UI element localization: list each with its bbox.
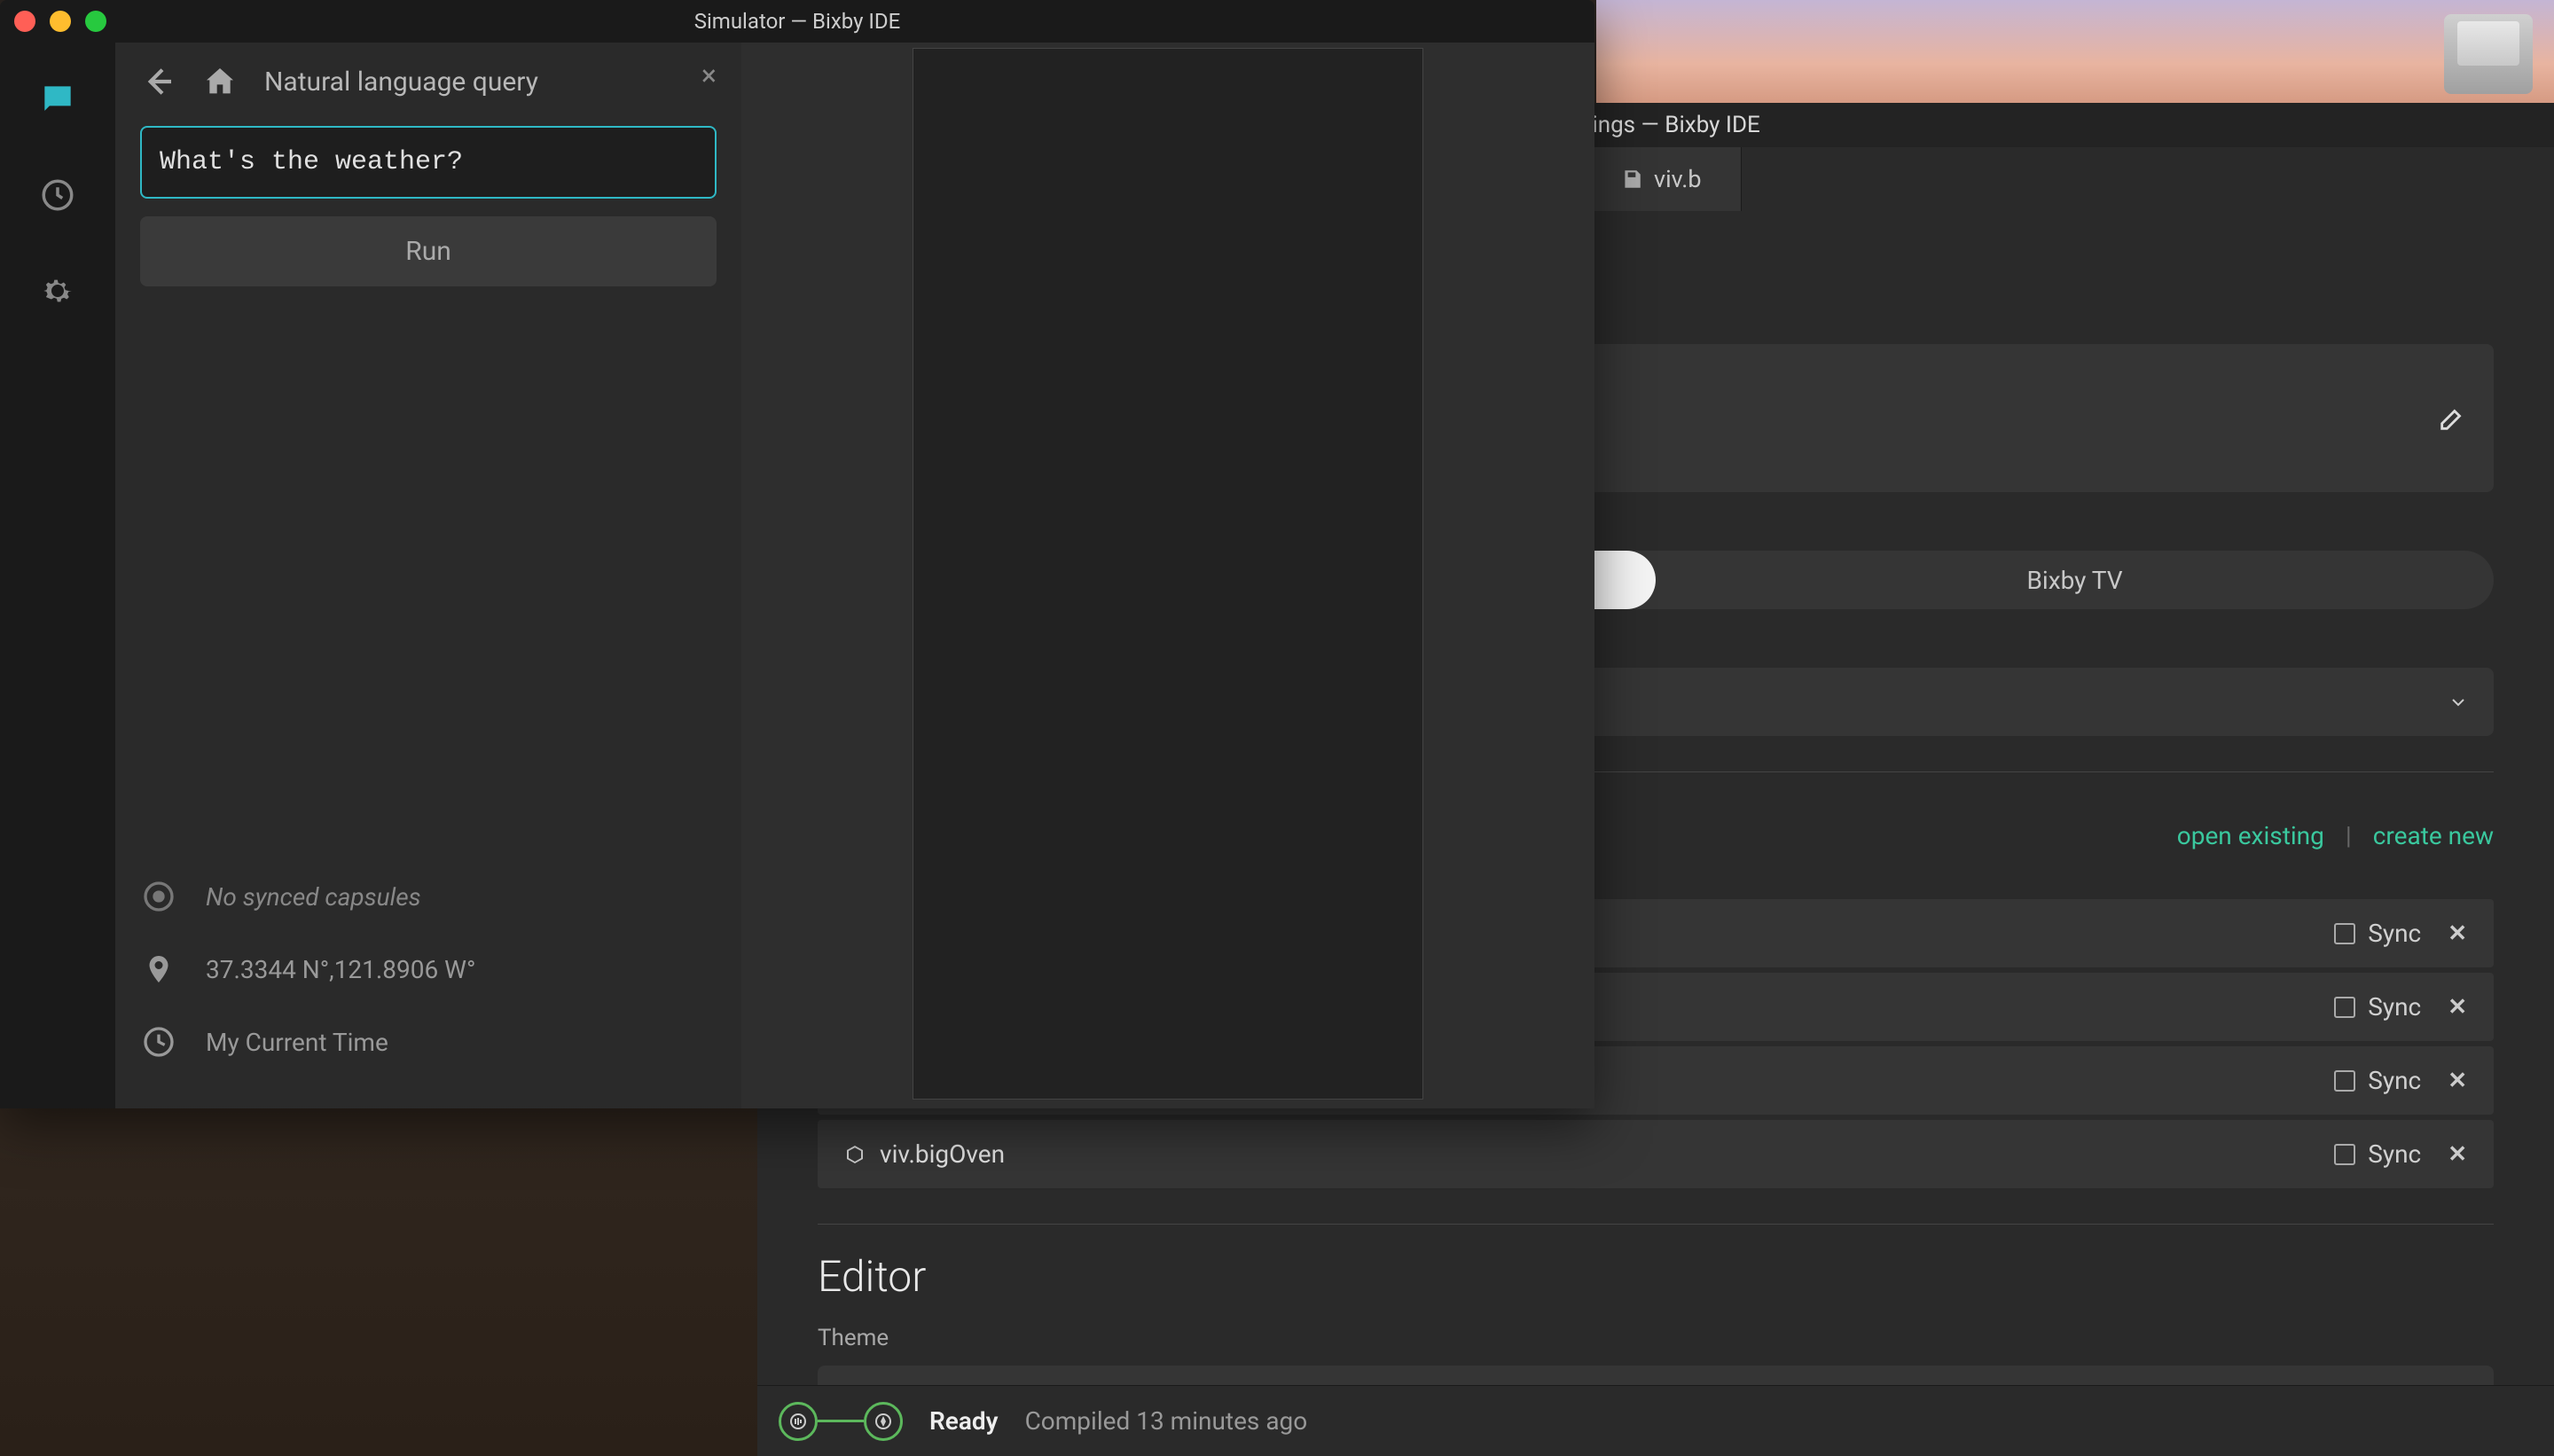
query-panel: Natural language query × Run No synced c…	[115, 43, 741, 1108]
edit-icon[interactable]	[2437, 403, 2467, 434]
preview-panel	[741, 43, 1594, 1108]
sync-checkbox[interactable]	[2334, 1144, 2355, 1165]
open-existing-link[interactable]: open existing	[2177, 821, 2324, 850]
simulator-window: Simulator — Bixby IDE Natural langua	[0, 0, 1594, 1108]
query-input[interactable]	[140, 126, 717, 199]
simulator-sidebar	[0, 43, 115, 1108]
package-icon	[844, 1144, 866, 1165]
clock-icon	[140, 1023, 177, 1061]
separator: |	[2346, 821, 2352, 850]
sync-checkbox[interactable]	[2334, 997, 2355, 1018]
sync-toggle[interactable]: Sync	[2334, 992, 2421, 1022]
status-node-compass[interactable]	[864, 1402, 903, 1441]
remove-icon[interactable]: ✕	[2448, 1068, 2467, 1094]
theme-select[interactable]: Dark	[818, 1366, 2494, 1385]
sync-checkbox[interactable]	[2334, 1070, 2355, 1092]
run-button[interactable]: Run	[140, 216, 717, 286]
remove-icon[interactable]: ✕	[2448, 994, 2467, 1021]
save-icon	[1620, 168, 1643, 191]
tab-viv[interactable]: viv.b	[1581, 147, 1742, 211]
status-ready: Ready	[929, 1406, 999, 1436]
back-icon[interactable]	[140, 64, 176, 99]
maximize-button[interactable]	[85, 11, 106, 32]
phone-frame	[913, 48, 1423, 1100]
gear-icon[interactable]	[36, 270, 79, 312]
sync-checkbox[interactable]	[2334, 923, 2355, 944]
desktop-wallpaper-sky	[1596, 0, 2554, 106]
close-icon[interactable]: ×	[701, 59, 717, 92]
sync-toggle[interactable]: Sync	[2334, 1066, 2421, 1095]
status-node-bixby[interactable]	[779, 1402, 818, 1441]
sync-toggle[interactable]: Sync	[2334, 1139, 2421, 1169]
chevron-down-icon	[2448, 692, 2469, 713]
status-compiled: Compiled 13 minutes ago	[1025, 1406, 1308, 1436]
synced-capsules-row: No synced capsules	[140, 878, 717, 915]
location-row[interactable]: 37.3344 N°,121.8906 W°	[140, 951, 717, 988]
device-tv[interactable]: Bixby TV	[1656, 551, 2494, 609]
minimize-button[interactable]	[50, 11, 71, 32]
editor-heading: Editor	[818, 1251, 2494, 1302]
simulator-title: Simulator — Bixby IDE	[694, 9, 901, 34]
status-link	[818, 1420, 864, 1422]
window-controls	[14, 11, 106, 32]
capsule-row: viv.bigOven Sync ✕	[818, 1120, 2494, 1188]
remove-icon[interactable]: ✕	[2448, 920, 2467, 947]
home-icon[interactable]	[202, 64, 238, 99]
close-button[interactable]	[14, 11, 35, 32]
remove-icon[interactable]: ✕	[2448, 1141, 2467, 1168]
create-new-link[interactable]: create new	[2373, 821, 2494, 850]
history-icon[interactable]	[36, 174, 79, 216]
target-icon	[140, 878, 177, 915]
status-bar: Ready Compiled 13 minutes ago	[757, 1385, 2554, 1456]
panel-title: Natural language query	[264, 67, 538, 98]
location-icon	[140, 951, 177, 988]
divider	[818, 1224, 2494, 1225]
disk-drive-icon[interactable]	[2444, 14, 2533, 94]
sync-toggle[interactable]: Sync	[2334, 919, 2421, 948]
theme-label: Theme	[818, 1325, 2494, 1351]
time-row[interactable]: My Current Time	[140, 1023, 717, 1061]
simulator-titlebar[interactable]: Simulator — Bixby IDE	[0, 0, 1594, 43]
chat-icon[interactable]	[36, 78, 79, 121]
status-nodes	[779, 1402, 903, 1441]
